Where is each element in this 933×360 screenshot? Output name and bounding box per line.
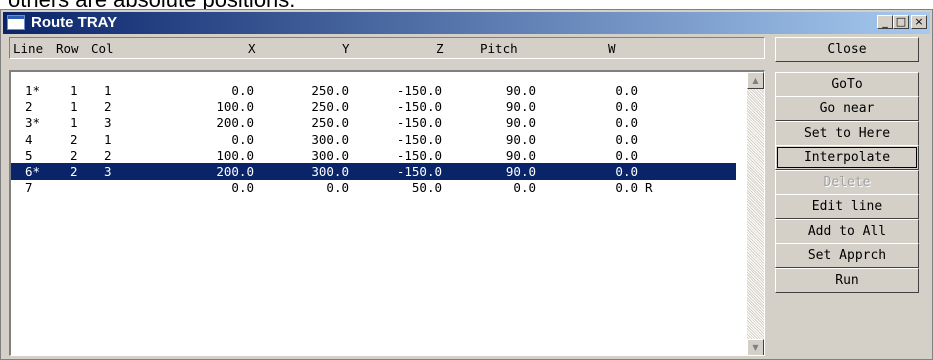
cell-y: 0.0 [326,180,349,196]
cell-pitch: 90.0 [505,131,536,147]
cell-z: -150.0 [396,115,442,131]
cell-pitch: 0.0 [513,180,536,196]
scroll-down-icon[interactable]: ▼ [747,339,764,355]
cell-line: 2 [25,99,33,115]
column-header: Line Row Col X Y Z Pitch W [9,37,765,59]
interpolate-button[interactable]: Interpolate [775,145,919,170]
cell-x: 100.0 [216,147,254,163]
cell-x: 0.0 [231,83,254,98]
cell-y: 300.0 [311,131,349,147]
route-list[interactable]: 1* 1 1 0.0 250.0 -150.0 90.0 0.0 2 1 2 100.0 250.0 -1… [9,70,765,356]
col-header-x: X [248,41,256,56]
scroll-up-icon[interactable]: ▲ [747,72,764,89]
col-header-row: Row [56,41,79,56]
cell-line: 7 [25,180,33,196]
cell-col: 2 [104,147,112,163]
cell-x: 0.0 [231,131,254,147]
table-row[interactable]: 4 2 1 0.0 300.0 -150.0 90.0 0.0 [21,131,726,148]
add-to-all-button[interactable]: Add to All [775,219,919,244]
goto-button[interactable]: GoTo [775,72,919,97]
set-apprch-button[interactable]: Set Apprch [775,243,919,268]
cell-z: 50.0 [411,180,442,196]
table-row[interactable]: 2 1 2 100.0 250.0 -150.0 90.0 0.0 [21,98,726,115]
cell-z: -150.0 [396,83,442,98]
cell-pitch: 90.0 [505,83,536,98]
col-header-pitch: Pitch [480,41,518,56]
delete-button[interactable]: Delete [775,170,919,195]
col-header-z: Z [436,41,444,56]
cell-x: 100.0 [216,99,254,115]
title-bar[interactable]: Route TRAY _ □ × [3,12,930,34]
cell-y: 300.0 [311,147,349,163]
cell-y: 300.0 [311,164,349,179]
table-row[interactable]: 6* 2 3 200.0 300.0 -150.0 90.0 0.0 [11,163,736,180]
cell-w: 0.0 [615,83,638,98]
cell-row: 2 [70,164,78,179]
cell-row: 1 [70,115,78,131]
cell-flag: R [645,180,653,196]
cell-line: 3* [25,115,41,131]
vertical-scrollbar[interactable]: ▲ ▼ [747,72,764,355]
route-tray-window: Route TRAY _ □ × Line Row Col X Y Z Pitc… [0,9,933,360]
cell-w: 0.0 [615,164,638,179]
cell-y: 250.0 [311,99,349,115]
edit-line-button[interactable]: Edit line [775,194,919,219]
cell-col: 1 [104,131,112,147]
table-row[interactable]: 3* 1 3 200.0 250.0 -150.0 90.0 0.0 [21,114,726,131]
cell-line: 5 [25,147,33,163]
cell-w: 0.0 [615,99,638,115]
close-icon[interactable]: × [911,15,927,29]
go-near-button[interactable]: Go near [775,96,919,121]
cell-w: 0.0 [615,147,638,163]
minimize-icon[interactable]: _ [877,15,893,29]
cell-w: 0.0 [615,115,638,131]
cell-z: -150.0 [396,164,442,179]
window-title: Route TRAY [31,14,118,31]
run-button[interactable]: Run [775,268,919,293]
cell-x: 200.0 [216,115,254,131]
cell-x: 200.0 [216,164,254,179]
cell-row: 2 [70,131,78,147]
window-icon [7,15,25,30]
cell-col: 1 [104,83,112,98]
cell-x: 0.0 [231,180,254,196]
maximize-icon[interactable]: □ [893,15,909,29]
cell-y: 250.0 [311,83,349,98]
cell-col: 3 [104,164,112,179]
table-row[interactable]: 1* 1 1 0.0 250.0 -150.0 90.0 0.0 [21,82,726,99]
cell-w: 0.0 [615,180,638,196]
cell-z: -150.0 [396,99,442,115]
cell-row: 2 [70,147,78,163]
cell-pitch: 90.0 [505,99,536,115]
col-header-y: Y [342,41,350,56]
cell-line: 4 [25,131,33,147]
cell-w: 0.0 [615,131,638,147]
table-row[interactable]: 5 2 2 100.0 300.0 -150.0 90.0 0.0 [21,147,726,164]
col-header-col: Col [91,41,114,56]
cell-pitch: 90.0 [505,147,536,163]
cell-line: 1* [25,83,41,98]
cell-col: 2 [104,99,112,115]
close-button[interactable]: Close [775,37,919,62]
set-to-here-button[interactable]: Set to Here [775,121,919,146]
cell-pitch: 90.0 [505,115,536,131]
cell-z: -150.0 [396,131,442,147]
cell-row: 1 [70,83,78,98]
col-header-w: W [608,41,616,56]
cell-col: 3 [104,115,112,131]
table-row[interactable]: 7 0.0 0.0 50.0 0.0 0.0 R [21,179,726,196]
cell-line: 6* [25,164,41,179]
cell-z: -150.0 [396,147,442,163]
cell-row: 1 [70,99,78,115]
cell-y: 250.0 [311,115,349,131]
col-header-line: Line [13,41,44,56]
cell-pitch: 90.0 [505,164,536,179]
